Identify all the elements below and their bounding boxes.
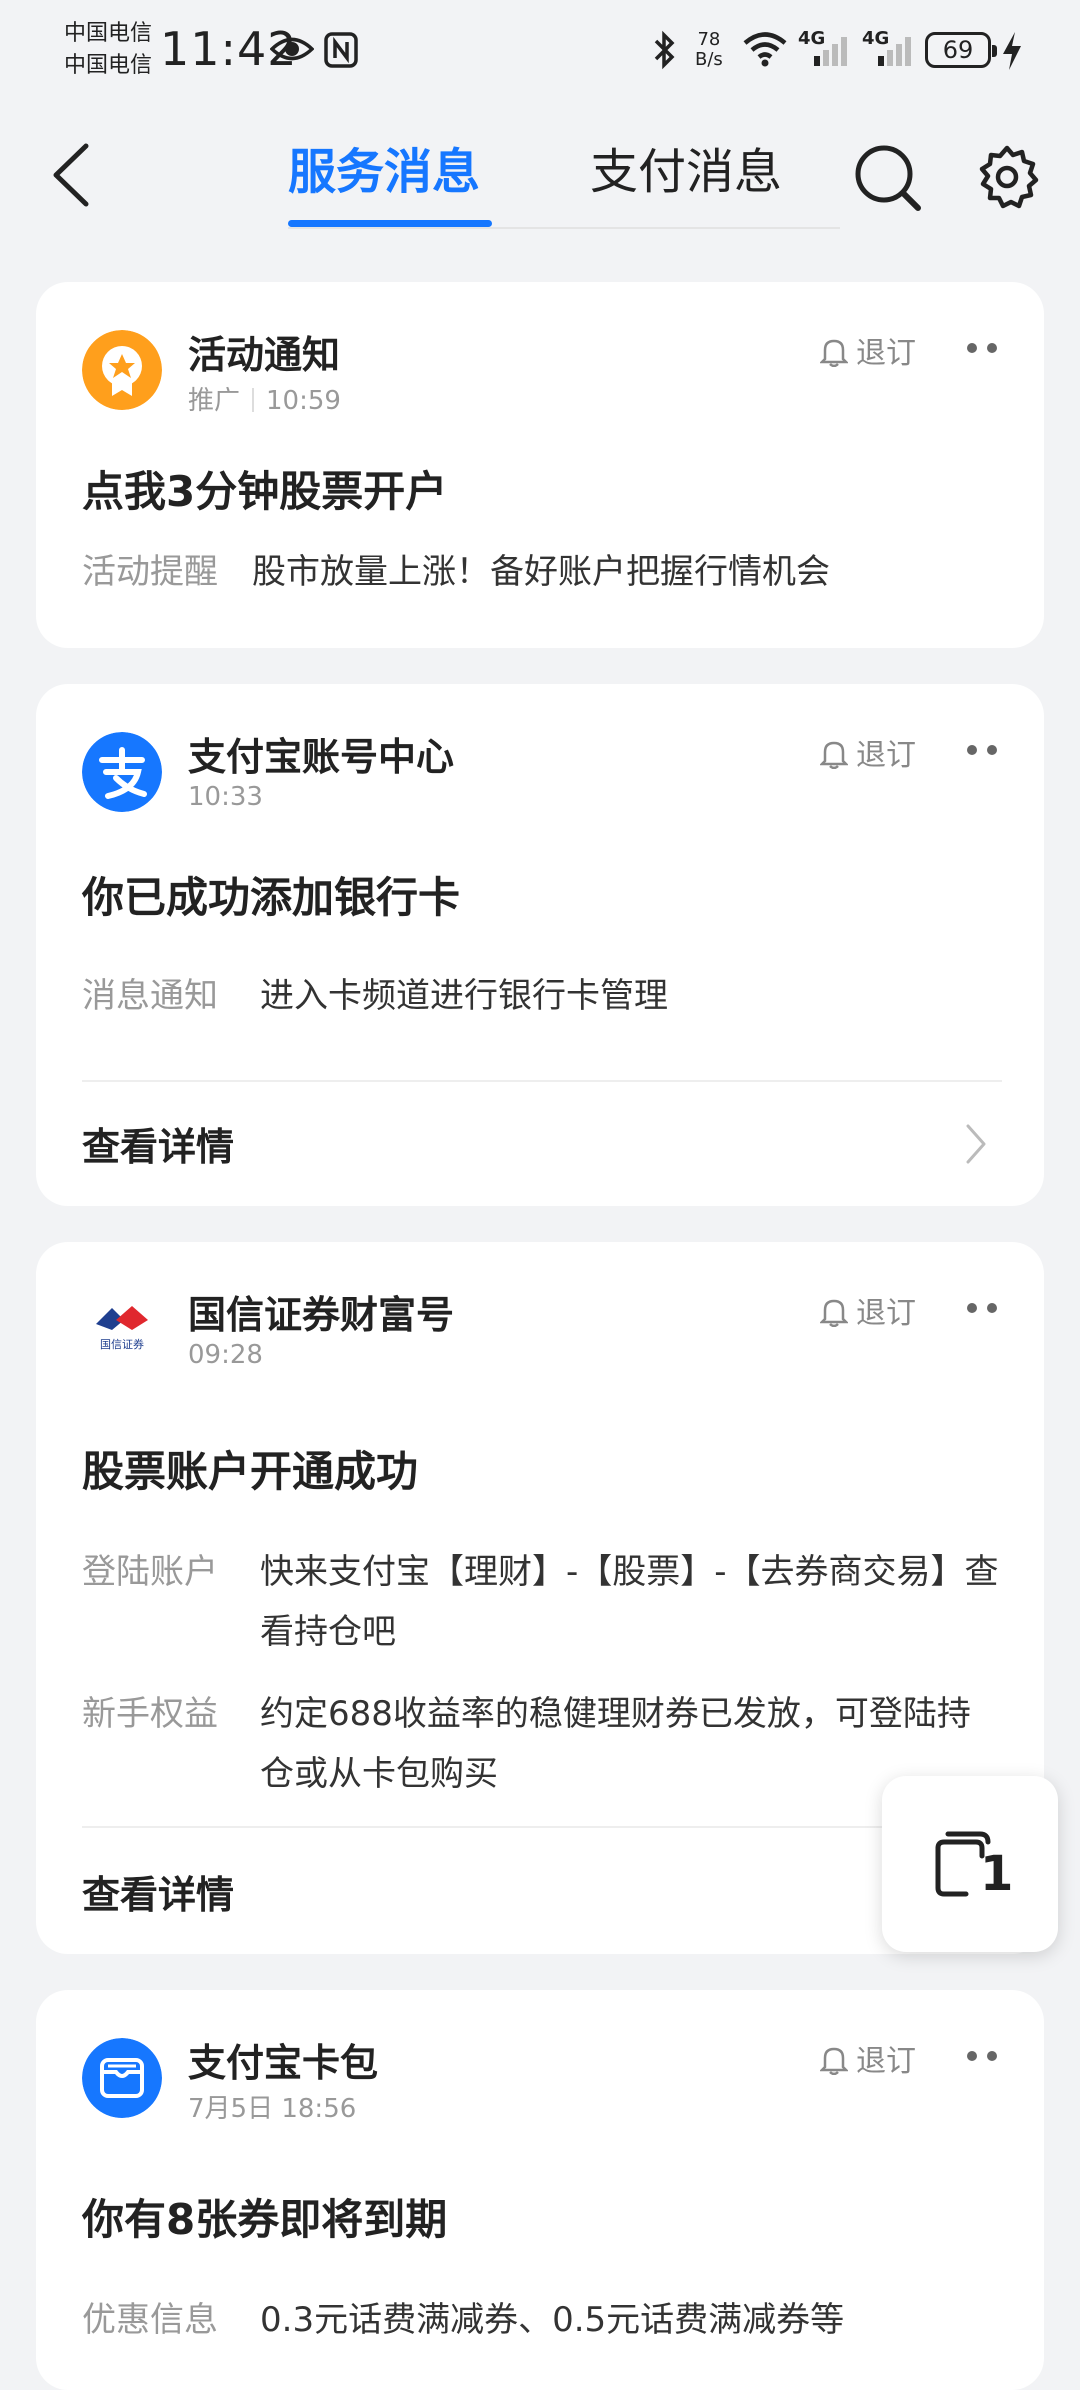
network-speed: 78 B/s bbox=[695, 30, 723, 70]
carrier-2: 中国电信 bbox=[64, 53, 153, 78]
top-navigation: 服务消息 支付消息 bbox=[0, 110, 1080, 240]
signal-icon-2 bbox=[878, 37, 911, 66]
nfc-icon bbox=[324, 32, 358, 68]
message-title: 你已成功添加银行卡 bbox=[82, 873, 461, 922]
sender-name: 国信证券财富号 bbox=[188, 1293, 455, 1337]
carrier-1: 中国电信 bbox=[64, 21, 153, 46]
sender-name: 支付宝账号中心 bbox=[188, 735, 455, 779]
unsubscribe-label: 退订 bbox=[856, 336, 916, 371]
detail-value: 0.3元话费满减券、0.5元话费满减券等 bbox=[260, 2300, 845, 2340]
status-bar: 中国电信 中国电信 11:42 78 B/s 4G 4G 69 bbox=[0, 0, 1080, 100]
alipay-logo-icon bbox=[82, 732, 162, 812]
message-time: 7月5日 18:56 bbox=[188, 2094, 357, 2124]
card-divider bbox=[82, 1826, 1002, 1828]
detail-value: 快来支付宝【理财】-【股票】-【去券商交易】查看持仓吧 bbox=[260, 1552, 999, 1652]
unsubscribe-button[interactable]: 退订 bbox=[820, 730, 916, 774]
card-header: 支付宝卡包 7月5日 18:56 退订 bbox=[82, 2038, 1004, 2128]
detail-label: 登陆账户 bbox=[82, 1552, 218, 1592]
more-options-icon[interactable] bbox=[960, 330, 1004, 366]
unsubscribe-button[interactable]: 退订 bbox=[820, 2036, 916, 2080]
promo-tag: 推广 bbox=[188, 386, 241, 416]
message-card-account-center[interactable]: 支付宝账号中心 10:33 退订 你已成功添加银行卡 消息通知 进入卡频道进行银… bbox=[36, 684, 1044, 1206]
detail-label: 消息通知 bbox=[82, 976, 218, 1016]
message-card-card-wallet[interactable]: 支付宝卡包 7月5日 18:56 退订 你有8张券即将到期 优惠信息 0.3元话… bbox=[36, 1990, 1044, 2390]
unsubscribe-label: 退订 bbox=[856, 738, 916, 773]
more-options-icon[interactable] bbox=[960, 732, 1004, 768]
floating-count: 1 bbox=[980, 1846, 1014, 1902]
battery-indicator: 69 bbox=[925, 32, 997, 68]
unsubscribe-button[interactable]: 退订 bbox=[820, 328, 916, 372]
message-time: 09:28 bbox=[188, 1340, 263, 1370]
more-options-icon[interactable] bbox=[960, 1290, 1004, 1326]
view-details-link[interactable]: 查看详情 bbox=[82, 1864, 234, 1919]
unsubscribe-button[interactable]: 退订 bbox=[820, 1288, 916, 1332]
chevron-right-icon[interactable] bbox=[962, 1122, 990, 1166]
wifi-icon bbox=[743, 32, 787, 67]
gear-icon[interactable] bbox=[974, 144, 1040, 210]
message-title: 股票账户开通成功 bbox=[82, 1447, 419, 1496]
sender-name: 支付宝卡包 bbox=[188, 2041, 379, 2085]
message-title: 你有8张券即将到期 bbox=[82, 2195, 448, 2244]
card-header: 国信证券 国信证券财富号 09:28 退订 bbox=[82, 1290, 1004, 1380]
bell-icon bbox=[820, 1299, 848, 1327]
detail-label: 优惠信息 bbox=[82, 2300, 218, 2340]
guosen-logo-icon: 国信证券 bbox=[82, 1290, 162, 1370]
card-wallet-icon bbox=[82, 2038, 162, 2118]
active-tab-indicator bbox=[288, 220, 492, 227]
eye-icon bbox=[270, 37, 314, 61]
detail-row: 登陆账户 快来支付宝【理财】-【股票】-【去券商交易】查看持仓吧 bbox=[82, 1542, 1002, 1662]
card-header: 支付宝账号中心 10:33 退订 bbox=[82, 732, 1004, 822]
carrier-labels: 中国电信 中国电信 bbox=[64, 18, 152, 82]
tab-service-messages[interactable]: 服务消息 bbox=[288, 132, 480, 202]
charging-icon bbox=[1003, 32, 1021, 70]
floating-multitask-button[interactable]: 1 bbox=[882, 1776, 1058, 1952]
message-time: 10:59 bbox=[266, 386, 341, 416]
message-title: 点我3分钟股票开户 bbox=[82, 467, 448, 516]
bell-icon bbox=[820, 741, 848, 769]
signal-icon bbox=[814, 37, 847, 66]
detail-value: 股市放量上涨！备好账户把握行情机会 bbox=[252, 552, 830, 592]
message-meta: 推广 10:59 bbox=[188, 380, 341, 417]
net-speed-value: 78 bbox=[697, 29, 721, 50]
sender-name: 活动通知 bbox=[188, 333, 341, 377]
back-button[interactable] bbox=[48, 140, 98, 210]
logo-text: 国信证券 bbox=[100, 1337, 144, 1351]
detail-label: 活动提醒 bbox=[82, 552, 218, 592]
card-divider bbox=[82, 1080, 1002, 1082]
more-options-icon[interactable] bbox=[960, 2038, 1004, 2074]
message-time: 10:33 bbox=[188, 782, 263, 812]
bell-icon bbox=[820, 339, 848, 367]
view-details-link[interactable]: 查看详情 bbox=[82, 1116, 234, 1171]
unsubscribe-label: 退订 bbox=[856, 2044, 916, 2079]
activity-badge-icon bbox=[82, 330, 162, 410]
tab-divider bbox=[288, 227, 840, 229]
search-icon[interactable] bbox=[852, 142, 924, 214]
message-card-activity[interactable]: 活动通知 推广 10:59 退订 点我3分钟股票开户 活动提醒 股市放量上涨！备好… bbox=[36, 282, 1044, 648]
unsubscribe-label: 退订 bbox=[856, 1296, 916, 1331]
detail-value: 进入卡频道进行银行卡管理 bbox=[260, 976, 668, 1016]
bell-icon bbox=[820, 2047, 848, 2075]
card-header: 活动通知 推广 10:59 退订 bbox=[82, 330, 1004, 420]
detail-row: 新手权益 约定688收益率的稳健理财券已发放，可登陆持仓或从卡包购买 bbox=[82, 1684, 1002, 1804]
detail-label: 新手权益 bbox=[82, 1694, 218, 1734]
net-speed-unit: B/s bbox=[695, 49, 723, 70]
bluetooth-icon bbox=[654, 30, 675, 70]
tab-payment-messages[interactable]: 支付消息 bbox=[590, 132, 782, 202]
